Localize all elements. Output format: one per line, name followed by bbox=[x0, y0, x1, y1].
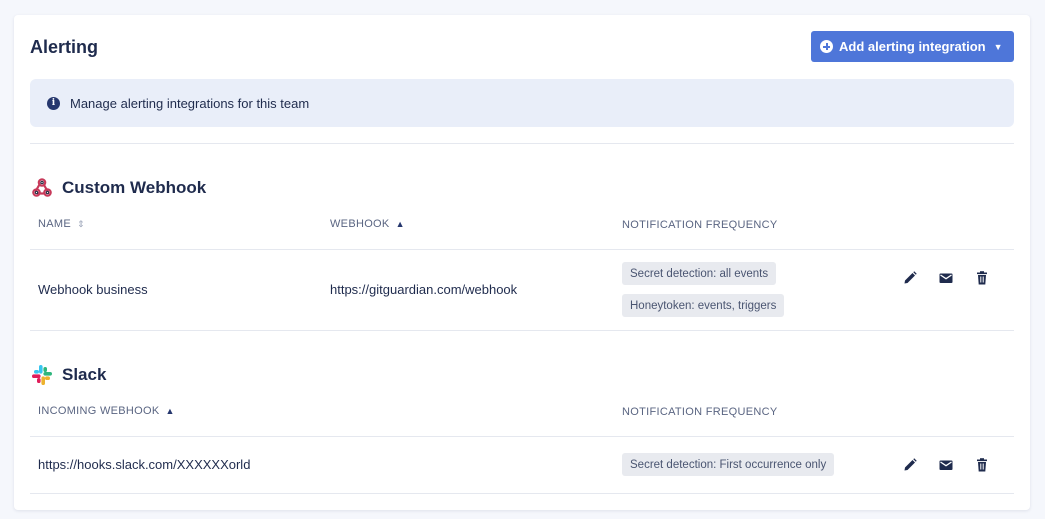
page-title: Alerting bbox=[30, 37, 99, 57]
info-icon: i bbox=[47, 96, 60, 110]
section-title-text: Custom Webhook bbox=[62, 178, 207, 197]
webhook-url: https://gitguardian.com/webhook bbox=[330, 282, 518, 297]
column-header-label: NAME bbox=[38, 218, 71, 230]
edit-icon bbox=[904, 458, 917, 471]
section-title-text: Slack bbox=[62, 365, 107, 384]
divider bbox=[30, 143, 1014, 144]
send-test-email-button[interactable] bbox=[938, 270, 954, 286]
webhook-name: Webhook business bbox=[38, 282, 148, 297]
info-text: Manage alerting integrations for this te… bbox=[70, 95, 310, 111]
frequency-badge: Secret detection: First occurrence only bbox=[622, 453, 835, 476]
custom-webhook-section-title: Custom Webhook bbox=[30, 176, 206, 200]
sort-up-icon: ▲ bbox=[395, 219, 405, 229]
column-header-label: INCOMING WEBHOOK bbox=[38, 405, 160, 417]
column-header-name[interactable]: NAME ⇕ bbox=[38, 218, 85, 230]
column-header-frequency: NOTIFICATION FREQUENCY bbox=[622, 406, 778, 418]
table-row-divider bbox=[30, 249, 1014, 250]
add-alerting-integration-button[interactable]: Add alerting integration ▼ bbox=[811, 31, 1014, 62]
frequency-badge: Secret detection: all events bbox=[622, 262, 777, 285]
mail-icon bbox=[939, 273, 953, 283]
trash-icon bbox=[977, 458, 987, 472]
column-header-label: WEBHOOK bbox=[330, 218, 390, 230]
slack-icon bbox=[32, 365, 52, 385]
chevron-down-icon: ▼ bbox=[993, 41, 1003, 52]
sort-icon: ⇕ bbox=[76, 218, 85, 229]
column-header-frequency: NOTIFICATION FREQUENCY bbox=[622, 219, 778, 231]
table-row-divider bbox=[30, 330, 1014, 331]
webhook-icon bbox=[32, 178, 52, 197]
slack-section-title: Slack bbox=[30, 363, 106, 387]
slack-webhook-url: https://hooks.slack.com/XXXXXXorld bbox=[38, 457, 251, 472]
add-button-label: Add alerting integration bbox=[839, 39, 986, 54]
delete-button[interactable] bbox=[974, 457, 990, 473]
info-banner: i Manage alerting integrations for this … bbox=[30, 79, 1014, 127]
column-header-webhook[interactable]: WEBHOOK ▲ bbox=[330, 218, 405, 230]
trash-icon bbox=[977, 271, 987, 285]
column-header-label: NOTIFICATION FREQUENCY bbox=[622, 219, 778, 231]
plus-circle-icon bbox=[820, 40, 833, 53]
column-header-label: NOTIFICATION FREQUENCY bbox=[622, 406, 778, 418]
edit-button[interactable] bbox=[902, 457, 918, 473]
delete-button[interactable] bbox=[974, 270, 990, 286]
table-row-divider bbox=[30, 493, 1014, 494]
mail-icon bbox=[939, 460, 953, 470]
edit-button[interactable] bbox=[902, 270, 918, 286]
column-header-incoming-webhook[interactable]: INCOMING WEBHOOK ▲ bbox=[38, 405, 175, 417]
send-test-email-button[interactable] bbox=[938, 457, 954, 473]
edit-icon bbox=[904, 271, 917, 284]
frequency-badge: Honeytoken: events, triggers bbox=[622, 294, 785, 317]
alerting-card: Alerting Add alerting integration ▼ i Ma… bbox=[14, 15, 1030, 510]
table-row-divider bbox=[30, 436, 1014, 437]
sort-up-icon: ▲ bbox=[165, 406, 175, 416]
